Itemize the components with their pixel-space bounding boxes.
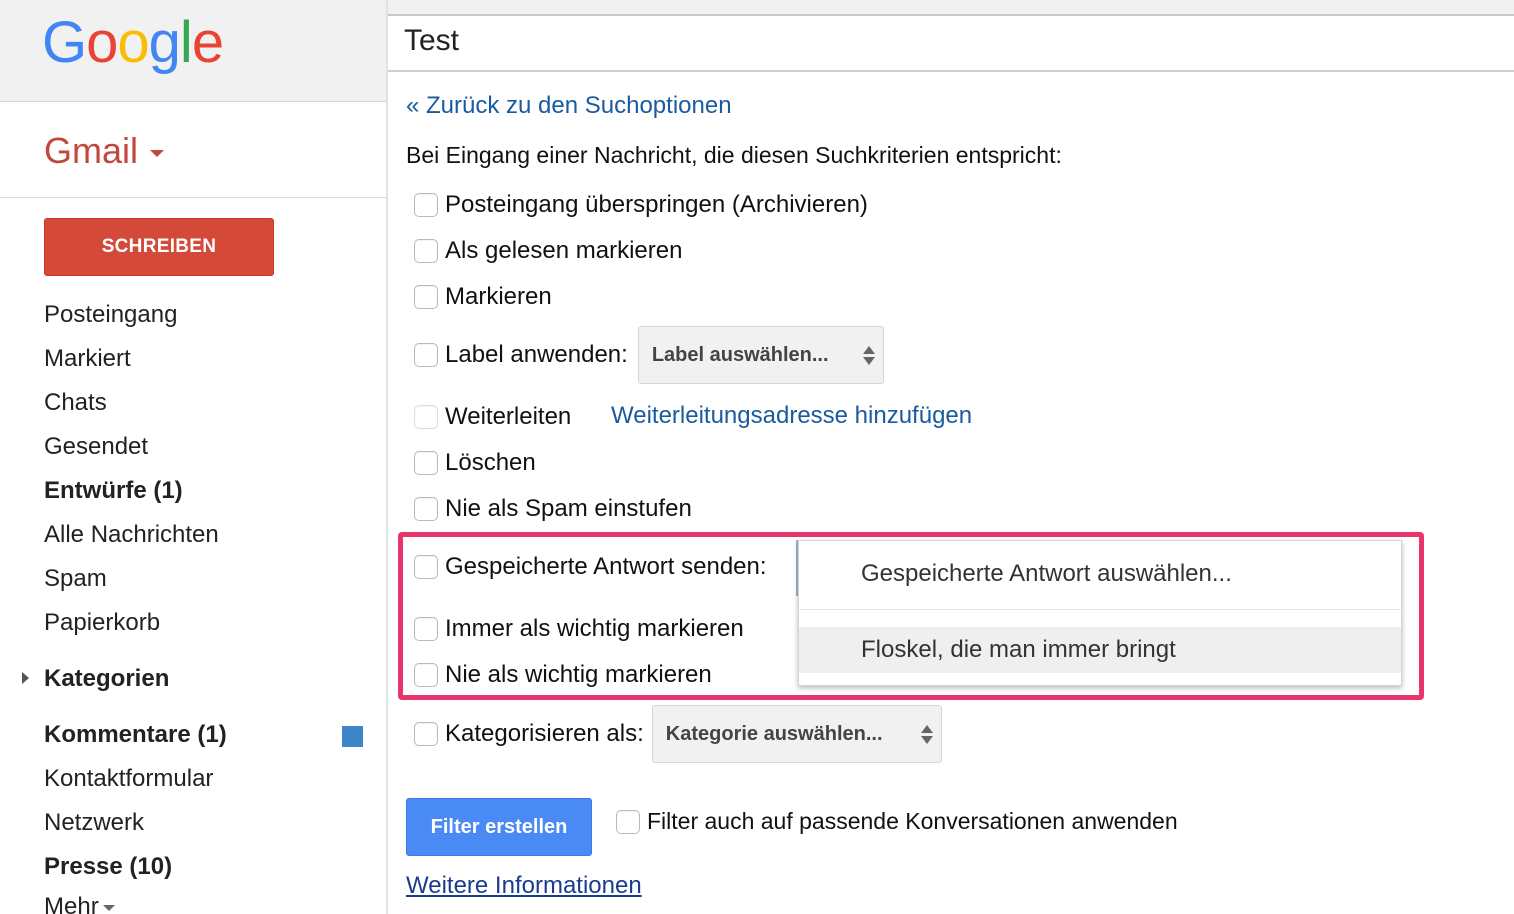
sidebar-item-trash[interactable]: Papierkorb xyxy=(44,608,160,638)
delete-checkbox[interactable] xyxy=(414,451,438,475)
option-forward: Weiterleiten xyxy=(414,403,571,431)
option-never-spam: Nie als Spam einstufen xyxy=(414,495,692,523)
logo-letter: o xyxy=(86,10,118,75)
option-label: Nie als wichtig markieren xyxy=(445,661,712,688)
always-important-checkbox[interactable] xyxy=(414,617,438,641)
google-logo[interactable]: Google xyxy=(42,8,224,78)
sidebar-item-drafts[interactable]: Entwürfe (1) xyxy=(44,476,183,506)
option-label: Posteingang überspringen (Archivieren) xyxy=(445,191,868,218)
select-arrows-icon xyxy=(920,724,933,744)
select-arrows-icon xyxy=(862,345,875,365)
category-select[interactable]: Kategorie auswählen... xyxy=(651,705,942,763)
option-label: Label anwenden: xyxy=(445,341,628,368)
canned-response-dropdown[interactable]: Gespeicherte Antwort auswählen... Floske… xyxy=(798,540,1402,686)
back-to-search-options-link[interactable]: « Zurück zu den Suchoptionen xyxy=(406,92,732,120)
dropdown-option[interactable]: Gespeicherte Antwort auswählen... xyxy=(799,541,1401,607)
logo-letter: g xyxy=(148,10,181,75)
sidebar-item-spam[interactable]: Spam xyxy=(44,564,107,594)
option-categorize: Kategorisieren als: Kategorie auswählen.… xyxy=(414,705,942,763)
logo-letter: G xyxy=(42,10,87,75)
option-mark-read: Als gelesen markieren xyxy=(414,237,682,265)
option-apply-to-existing: Filter auch auf passende Konversationen … xyxy=(616,808,1178,835)
option-label: Löschen xyxy=(445,449,536,476)
sidebar-more[interactable]: Mehr xyxy=(44,892,115,914)
apply-existing-checkbox[interactable] xyxy=(616,809,640,834)
add-forwarding-address-link[interactable]: Weiterleitungsadresse hinzufügen xyxy=(611,402,972,430)
app-label: Gmail xyxy=(44,130,139,171)
option-delete: Löschen xyxy=(414,449,536,477)
sidebar-item-categories[interactable]: Kategorien xyxy=(44,664,169,694)
apply-label-checkbox[interactable] xyxy=(414,343,438,367)
sidebar-item-sent[interactable]: Gesendet xyxy=(44,432,148,462)
search-value: Test xyxy=(404,24,460,57)
dropdown-separator xyxy=(799,609,1401,610)
option-label: Kategorisieren als: xyxy=(445,720,644,747)
sidebar-label-presse[interactable]: Presse (10) xyxy=(44,852,172,882)
app-switcher-row: Gmail xyxy=(0,102,386,198)
never-important-checkbox[interactable] xyxy=(414,663,438,687)
label-select[interactable]: Label auswählen... xyxy=(637,326,884,384)
expand-triangle-icon[interactable] xyxy=(22,672,29,684)
option-label: Nie als Spam einstufen xyxy=(445,495,692,522)
option-label: Markieren xyxy=(445,283,552,310)
dropdown-option-hovered[interactable]: Floskel, die man immer bringt xyxy=(799,627,1401,673)
more-info-link[interactable]: Weitere Informationen xyxy=(406,872,642,900)
label-color-swatch[interactable] xyxy=(342,726,363,747)
logo-letter: o xyxy=(117,10,149,75)
option-canned-response: Gespeicherte Antwort senden: xyxy=(414,553,767,581)
option-star: Markieren xyxy=(414,283,552,311)
option-skip-inbox: Posteingang überspringen (Archivieren) xyxy=(414,191,868,219)
sidebar-label-kontaktformular[interactable]: Kontaktformular xyxy=(44,764,213,794)
logo-letter: e xyxy=(191,10,224,75)
sidebar-label-kommentare[interactable]: Kommentare (1) xyxy=(44,720,227,750)
select-value: Kategorie auswählen... xyxy=(665,722,883,745)
option-label: Filter auch auf passende Konversationen … xyxy=(647,808,1178,834)
caret-down-icon xyxy=(150,149,165,157)
app-switcher[interactable]: Gmail xyxy=(44,130,165,172)
compose-button[interactable]: SCHREIBEN xyxy=(44,218,274,276)
categorize-checkbox[interactable] xyxy=(414,722,438,746)
create-filter-button[interactable]: Filter erstellen xyxy=(406,798,592,856)
option-label: Immer als wichtig markieren xyxy=(445,615,744,642)
more-label: Mehr xyxy=(44,893,99,914)
star-checkbox[interactable] xyxy=(414,285,438,309)
option-never-important: Nie als wichtig markieren xyxy=(414,661,712,689)
canned-response-checkbox[interactable] xyxy=(414,555,438,579)
caret-down-icon xyxy=(102,904,115,911)
forward-checkbox[interactable] xyxy=(414,405,438,429)
sidebar-item-all-mail[interactable]: Alle Nachrichten xyxy=(44,520,219,550)
sidebar-item-starred[interactable]: Markiert xyxy=(44,344,131,374)
search-input[interactable]: Test xyxy=(388,16,1514,72)
option-always-important: Immer als wichtig markieren xyxy=(414,615,744,643)
select-value: Label auswählen... xyxy=(651,343,829,366)
skip-inbox-checkbox[interactable] xyxy=(414,193,438,217)
logo-letter: l xyxy=(179,10,193,75)
sidebar-label-netzwerk[interactable]: Netzwerk xyxy=(44,808,144,838)
sidebar-item-inbox[interactable]: Posteingang xyxy=(44,300,177,330)
option-label: Weiterleiten xyxy=(445,403,572,430)
filter-intro-text: Bei Eingang einer Nachricht, die diesen … xyxy=(406,142,1062,168)
never-spam-checkbox[interactable] xyxy=(414,497,438,521)
option-label: Gespeicherte Antwort senden: xyxy=(445,553,767,580)
mark-read-checkbox[interactable] xyxy=(414,239,438,263)
option-label: Als gelesen markieren xyxy=(445,237,683,264)
sidebar: Gmail SCHREIBEN Posteingang Markiert Cha… xyxy=(0,102,386,914)
sidebar-item-chats[interactable]: Chats xyxy=(44,388,107,418)
option-apply-label: Label anwenden: Label auswählen... xyxy=(414,326,884,384)
filter-panel: Test « Zurück zu den Suchoptionen Bei Ei… xyxy=(388,14,1514,914)
